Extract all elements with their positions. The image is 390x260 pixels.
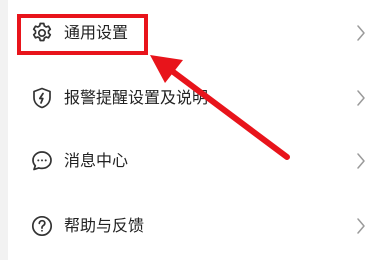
menu-item-label: 通用设置 (64, 23, 129, 42)
menu-item-help-feedback[interactable]: 帮助与反馈 (8, 201, 390, 251)
menu-item-label: 消息中心 (64, 151, 129, 170)
chevron-right-icon (356, 152, 366, 170)
chevron-right-icon (356, 24, 366, 42)
menu-item-alarm-settings[interactable]: 报警提醒设置及说明 (8, 73, 390, 123)
menu-item-message-center[interactable]: 消息中心 (8, 136, 390, 186)
menu-item-general-settings[interactable]: 通用设置 (8, 8, 390, 58)
chat-bubble-icon (30, 149, 54, 173)
menu-item-label: 报警提醒设置及说明 (64, 88, 209, 107)
chevron-right-icon (356, 89, 366, 107)
settings-menu-card: 通用设置 报警提醒设置及说明 消息中心 帮助与反馈 (8, 0, 390, 260)
menu-item-label: 帮助与反馈 (64, 216, 145, 235)
question-circle-icon (30, 214, 54, 238)
shield-lightning-icon (30, 86, 54, 110)
gear-icon (30, 21, 54, 45)
chevron-right-icon (356, 217, 366, 235)
